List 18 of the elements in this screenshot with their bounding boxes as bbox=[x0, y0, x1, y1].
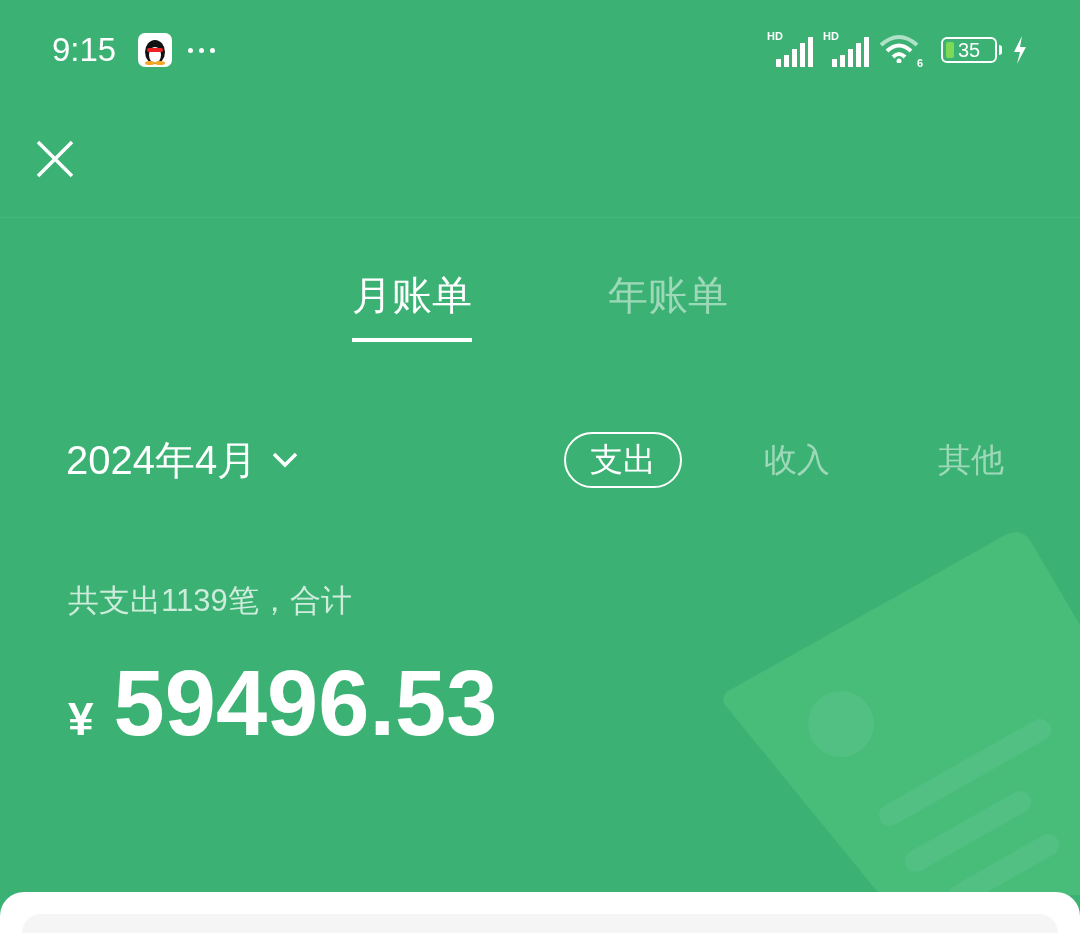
penguin-icon bbox=[138, 33, 173, 67]
type-filter-tab[interactable]: 其他 bbox=[912, 432, 1030, 488]
summary-text: 共支出1139笔，合计 bbox=[67, 582, 353, 620]
tab[interactable]: 月账单 bbox=[352, 270, 472, 342]
network-label: HD bbox=[767, 31, 783, 42]
type-filter-tab[interactable]: 收入 bbox=[738, 432, 856, 488]
chevron-down-icon bbox=[271, 451, 300, 469]
wifi-label: 6 bbox=[916, 58, 923, 69]
total-amount: 59496.53 bbox=[113, 656, 498, 749]
status-time: 9:15 bbox=[52, 30, 117, 71]
charging-icon bbox=[1012, 36, 1028, 64]
currency-symbol: ¥ bbox=[68, 691, 94, 747]
wifi-icon bbox=[879, 33, 919, 63]
tab[interactable]: 年账单 bbox=[608, 270, 728, 342]
more-icon bbox=[188, 47, 216, 53]
month-picker[interactable]: 2024年4月 bbox=[66, 430, 300, 490]
type-filter-tab[interactable]: 支出 bbox=[564, 432, 682, 488]
network-label: HD bbox=[823, 31, 839, 42]
